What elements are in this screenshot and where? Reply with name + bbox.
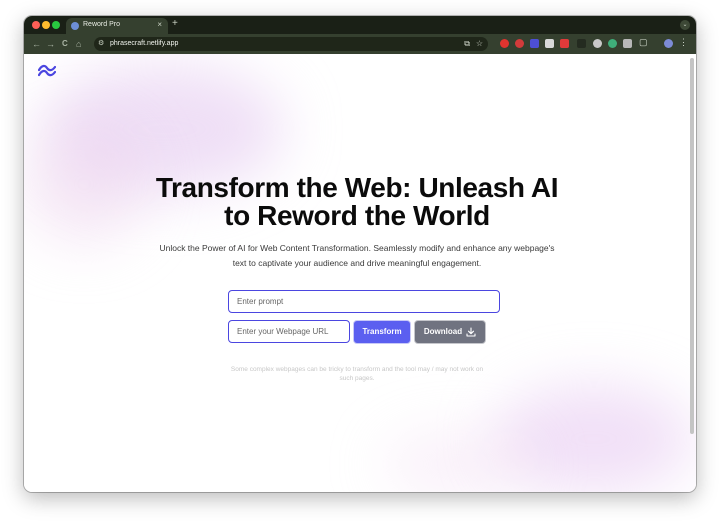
tab-search-icon[interactable]: ⌄	[680, 20, 690, 30]
disclaimer-note: Some complex webpages can be tricky to t…	[224, 365, 490, 383]
headline-line-1: Transform the Web: Unleash AI	[155, 172, 559, 203]
footnote-line-1: Some complex webpages can be tricky to t…	[230, 366, 484, 373]
url-text[interactable]: phrasecraft.netlify.app	[110, 40, 178, 47]
address-bar[interactable]: ⚙ phrasecraft.netlify.app ⧉ ☆	[94, 37, 488, 51]
cast-icon[interactable]: ⧉	[464, 39, 470, 49]
extensions-puzzle-icon[interactable]: ▢	[639, 37, 648, 48]
tab-close-icon[interactable]: ×	[157, 20, 162, 29]
minimize-window-button[interactable]	[42, 21, 50, 29]
subhead-line-1: Unlock the Power of AI for Web Content T…	[159, 243, 555, 253]
transform-button[interactable]: Transform	[353, 320, 411, 344]
page-headline: Transform the Web: Unleash AI to Reword …	[24, 174, 690, 230]
home-button[interactable]: ⌂	[76, 38, 81, 50]
page-scrollbar[interactable]	[690, 58, 694, 434]
download-button[interactable]: Download	[414, 320, 486, 344]
page-viewport: Transform the Web: Unleash AI to Reword …	[24, 54, 696, 492]
subhead-line-2: text to captivate your audience and driv…	[232, 258, 482, 268]
extension-app-icon[interactable]	[530, 39, 539, 48]
site-info-icon[interactable]: ⚙	[98, 39, 104, 47]
tab-title: Reword Pro	[83, 21, 120, 28]
background-glow-bottom	[384, 434, 534, 492]
download-button-label: Download	[423, 327, 463, 336]
new-tab-button[interactable]: +	[172, 18, 178, 30]
extension-circle-icon[interactable]	[593, 39, 602, 48]
bookmark-star-icon[interactable]: ☆	[476, 39, 483, 48]
page-subheading: Unlock the Power of AI for Web Content T…	[152, 241, 562, 271]
browser-window: Reword Pro × + ⌄ ← → C ⌂ ⚙ phrasecraft.n…	[24, 16, 696, 492]
reload-button[interactable]: C	[62, 38, 68, 50]
tab-strip: Reword Pro × + ⌄	[24, 16, 696, 34]
footnote-line-2: such pages.	[339, 375, 375, 382]
prompt-input[interactable]	[228, 290, 500, 313]
download-icon	[466, 327, 476, 337]
extension-adblock-icon[interactable]	[515, 39, 524, 48]
globe-icon	[71, 22, 79, 30]
maximize-window-button[interactable]	[52, 21, 60, 29]
browser-toolbar: ← → C ⌂ ⚙ phrasecraft.netlify.app ⧉ ☆ ▢ …	[24, 34, 696, 54]
back-button[interactable]: ←	[32, 38, 41, 50]
forward-button[interactable]: →	[46, 38, 55, 50]
browser-menu-icon[interactable]: ⋮	[679, 37, 688, 48]
extension-dark-icon[interactable]	[577, 39, 586, 48]
extension-grey-icon[interactable]	[623, 39, 632, 48]
headline-line-2: to Reword the World	[224, 200, 490, 231]
close-window-button[interactable]	[32, 21, 40, 29]
extension-green-icon[interactable]	[608, 39, 617, 48]
extension-screenshot-icon[interactable]	[545, 39, 554, 48]
extension-record-icon[interactable]	[500, 39, 509, 48]
tab-reword-pro[interactable]: Reword Pro ×	[66, 18, 168, 34]
webpage-url-input[interactable]	[228, 320, 350, 343]
profile-avatar-icon[interactable]	[664, 39, 673, 48]
extension-bookmark-icon[interactable]	[560, 39, 569, 48]
tailwind-logo-icon[interactable]	[38, 64, 56, 78]
